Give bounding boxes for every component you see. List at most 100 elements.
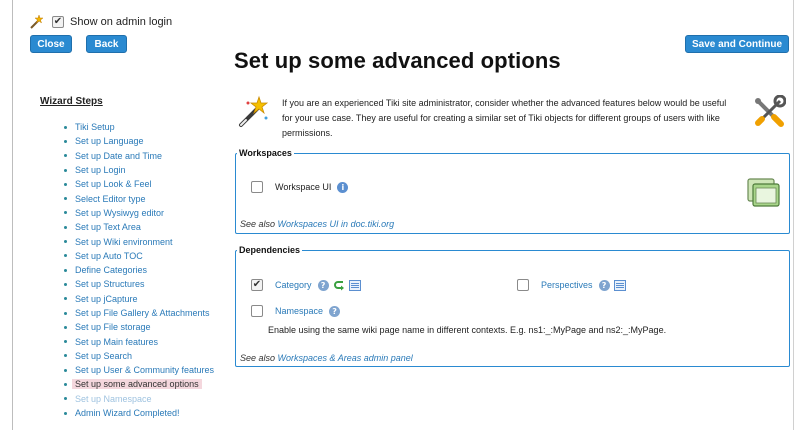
bullet-icon	[64, 211, 67, 215]
wizard-step[interactable]: Define Categories	[64, 263, 214, 277]
namespace-checkbox[interactable]	[251, 305, 263, 317]
bullet-icon	[64, 325, 67, 329]
wizard-step-label: Tiki Setup	[75, 122, 115, 133]
show-on-admin-login-label: Show on admin login	[70, 16, 173, 28]
wizard-step[interactable]: Set up Date and Time	[64, 149, 214, 163]
dependencies-legend: Dependencies	[239, 245, 301, 255]
wizard-step[interactable]: Set up Auto TOC	[64, 249, 214, 263]
wizard-step[interactable]: Select Editor type	[64, 191, 214, 205]
bullet-icon	[64, 197, 67, 201]
wizard-step[interactable]: Set up Login	[64, 163, 214, 177]
wizard-step-label: Set up Text Area	[75, 222, 141, 233]
wizard-step[interactable]: Set up Structures	[64, 277, 214, 291]
workspaces-legend: Workspaces	[239, 148, 292, 158]
wizard-step-label: Set up Auto TOC	[75, 250, 143, 261]
bullet-icon	[64, 282, 67, 286]
wizard-step-label: Set up Main features	[75, 336, 159, 347]
info-icon[interactable]: i	[337, 181, 349, 193]
wizard-step[interactable]: Set up File storage	[64, 320, 214, 334]
admin-panel-icon[interactable]	[613, 279, 626, 291]
help-icon[interactable]: ?	[329, 305, 341, 317]
scrollbar-track[interactable]	[793, 0, 794, 430]
bullet-icon	[64, 340, 67, 344]
admin-panel-icon[interactable]	[348, 279, 361, 291]
close-button[interactable]: Close	[30, 35, 72, 53]
wizard-step[interactable]: Set up Look & Feel	[64, 177, 214, 191]
wizard-step-label: Set up Structures	[75, 279, 145, 290]
wizard-step-label: Admin Wizard Completed!	[75, 408, 180, 419]
help-icon[interactable]: ?	[317, 279, 329, 291]
perspectives-label[interactable]: Perspectives	[541, 280, 593, 290]
wizard-step-label: Set up Wysiwyg editor	[75, 207, 164, 218]
wizard-step-label: Set up Look & Feel	[75, 179, 152, 190]
wizard-step-label: Define Categories	[75, 265, 148, 276]
wizard-step[interactable]: Set up Wiki environment	[64, 234, 214, 248]
wizard-step-label: Set up Search	[75, 350, 133, 361]
workspace-windows-icon	[747, 178, 780, 207]
bullet-icon	[64, 397, 67, 401]
category-label[interactable]: Category	[275, 280, 312, 290]
magic-wand-icon	[30, 14, 44, 29]
namespace-description: Enable using the same wiki page name in …	[268, 325, 667, 335]
wizard-step-label: Set up Date and Time	[75, 150, 163, 161]
wizard-step[interactable]: Set up Language	[64, 134, 214, 148]
category-checkbox[interactable]: ✔	[251, 279, 263, 291]
wizard-step[interactable]: Set up Main features	[64, 334, 214, 348]
workspaces-ui-doc-link[interactable]: Workspaces UI in doc.tiki.org	[278, 219, 395, 229]
wizard-step[interactable]: Set up Wysiwyg editor	[64, 206, 214, 220]
bullet-icon	[64, 168, 67, 172]
intro-text: If you are an experienced Tiki site admi…	[282, 98, 727, 138]
workspace-ui-checkbox[interactable]	[251, 181, 263, 193]
wizard-step-label: Set up Wiki environment	[75, 236, 173, 247]
magic-wand-icon	[239, 95, 269, 127]
wizard-step-label: Set up Namespace	[75, 393, 152, 404]
wizard-step-label: Set up User & Community features	[75, 365, 215, 376]
bullet-icon	[64, 382, 67, 386]
workspaces-see-also: See also Workspaces UI in doc.tiki.org	[240, 219, 395, 229]
bullet-icon	[64, 154, 67, 158]
bullet-icon	[64, 297, 67, 301]
tools-icon	[755, 95, 786, 127]
bullet-icon	[64, 311, 67, 315]
bullet-icon	[64, 225, 67, 229]
show-on-admin-login-checkbox[interactable]: ✔	[52, 16, 64, 28]
category-row: ✔ Category ?	[251, 279, 361, 291]
bullet-icon	[64, 139, 67, 143]
bullet-icon	[64, 411, 67, 415]
bullet-icon	[64, 125, 67, 129]
wizard-step-label: Set up some advanced options	[72, 379, 202, 390]
wizard-step-label: Set up File storage	[75, 322, 151, 333]
wizard-step: Set up Namespace	[64, 392, 214, 406]
namespace-label[interactable]: Namespace	[275, 306, 323, 316]
save-and-continue-button[interactable]: Save and Continue	[685, 35, 789, 53]
bullet-icon	[64, 240, 67, 244]
wizard-steps-list: Tiki Setup Set up Language Set up Date and…	[64, 120, 214, 420]
wizard-step[interactable]: Tiki Setup	[64, 120, 214, 134]
bullet-icon	[64, 182, 67, 186]
wizard-steps-title: Wizard Steps	[40, 96, 103, 107]
workspace-ui-label: Workspace UI	[275, 182, 332, 192]
workspace-ui-row: Workspace UI i	[251, 181, 349, 193]
wizard-step[interactable]: Set up Text Area	[64, 220, 214, 234]
wizard-step-label: Set up Language	[75, 136, 144, 147]
return-arrow-icon[interactable]	[333, 280, 345, 291]
workspaces-areas-admin-panel-link[interactable]: Workspaces & Areas admin panel	[278, 353, 413, 363]
wizard-step[interactable]: Set up some advanced options	[64, 377, 214, 391]
back-button[interactable]: Back	[86, 35, 127, 53]
perspectives-row: Perspectives ?	[517, 279, 626, 291]
wizard-step-label: Set up File Gallery & Attachments	[75, 308, 210, 318]
wizard-step[interactable]: Set up User & Community features	[64, 363, 214, 377]
help-icon[interactable]: ?	[598, 279, 610, 291]
wizard-step[interactable]: Admin Wizard Completed!	[64, 406, 214, 420]
admin-wizard-topbar: ✔ Show on admin login	[28, 12, 172, 32]
wizard-step[interactable]: Set up File Gallery & Attachments	[64, 306, 214, 320]
dependencies-see-also: See also Workspaces & Areas admin panel	[240, 353, 413, 363]
wizard-step[interactable]: Set up Search	[64, 349, 214, 363]
page-title: Set up some advanced options	[234, 48, 561, 73]
perspectives-checkbox[interactable]	[517, 279, 529, 291]
namespace-row: Namespace ?	[251, 305, 341, 317]
bullet-icon	[64, 268, 67, 272]
wizard-step[interactable]: Set up jCapture	[64, 292, 214, 306]
wizard-step-label: Set up Login	[75, 165, 126, 176]
bullet-icon	[64, 254, 67, 258]
